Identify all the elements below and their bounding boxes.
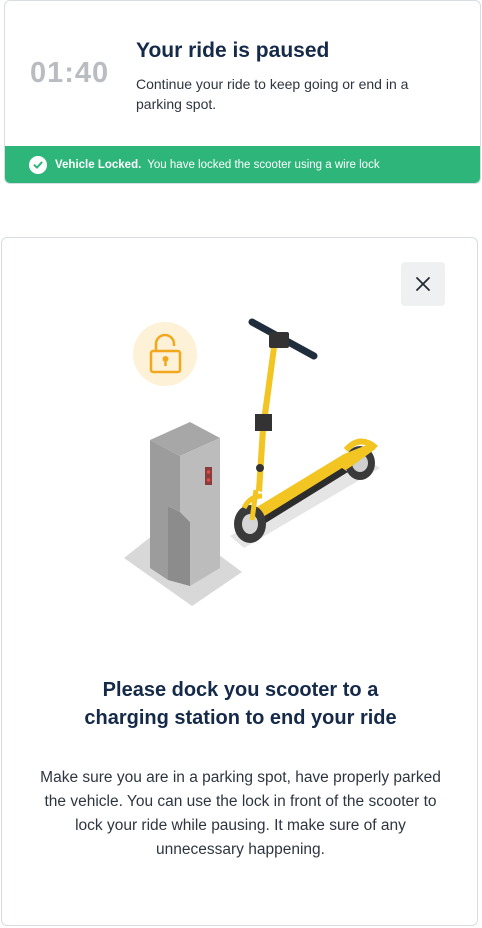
vehicle-locked-banner: Vehicle Locked. You have locked the scoo… [5,146,480,183]
dock-instructions-modal: Please dock you scooter to a charging st… [1,237,478,926]
close-button[interactable] [401,262,445,306]
modal-body-text: Make sure you are in a parking spot, hav… [40,769,441,858]
close-icon [416,277,430,291]
modal-title-line-2: charging station to end your ride [84,707,397,729]
ride-status-title: Your ride is paused [136,39,330,62]
banner-label: Vehicle Locked. [55,158,142,171]
ride-status-card: 01:40 Your ride is paused Continue your … [4,0,481,184]
scooter-dock-illustration [124,318,380,606]
check-circle-icon [29,155,47,174]
modal-title-line-1: Please dock you scooter to a [102,679,379,701]
unlock-icon [133,322,197,386]
ride-timer: 01:40 [30,57,110,89]
ride-status-subtitle: Continue your ride to keep going or end … [136,76,409,112]
banner-message: You have locked the scooter using a wire… [147,158,380,171]
charging-dock [150,422,220,586]
modal-title: Please dock you scooter to a charging st… [22,676,459,732]
